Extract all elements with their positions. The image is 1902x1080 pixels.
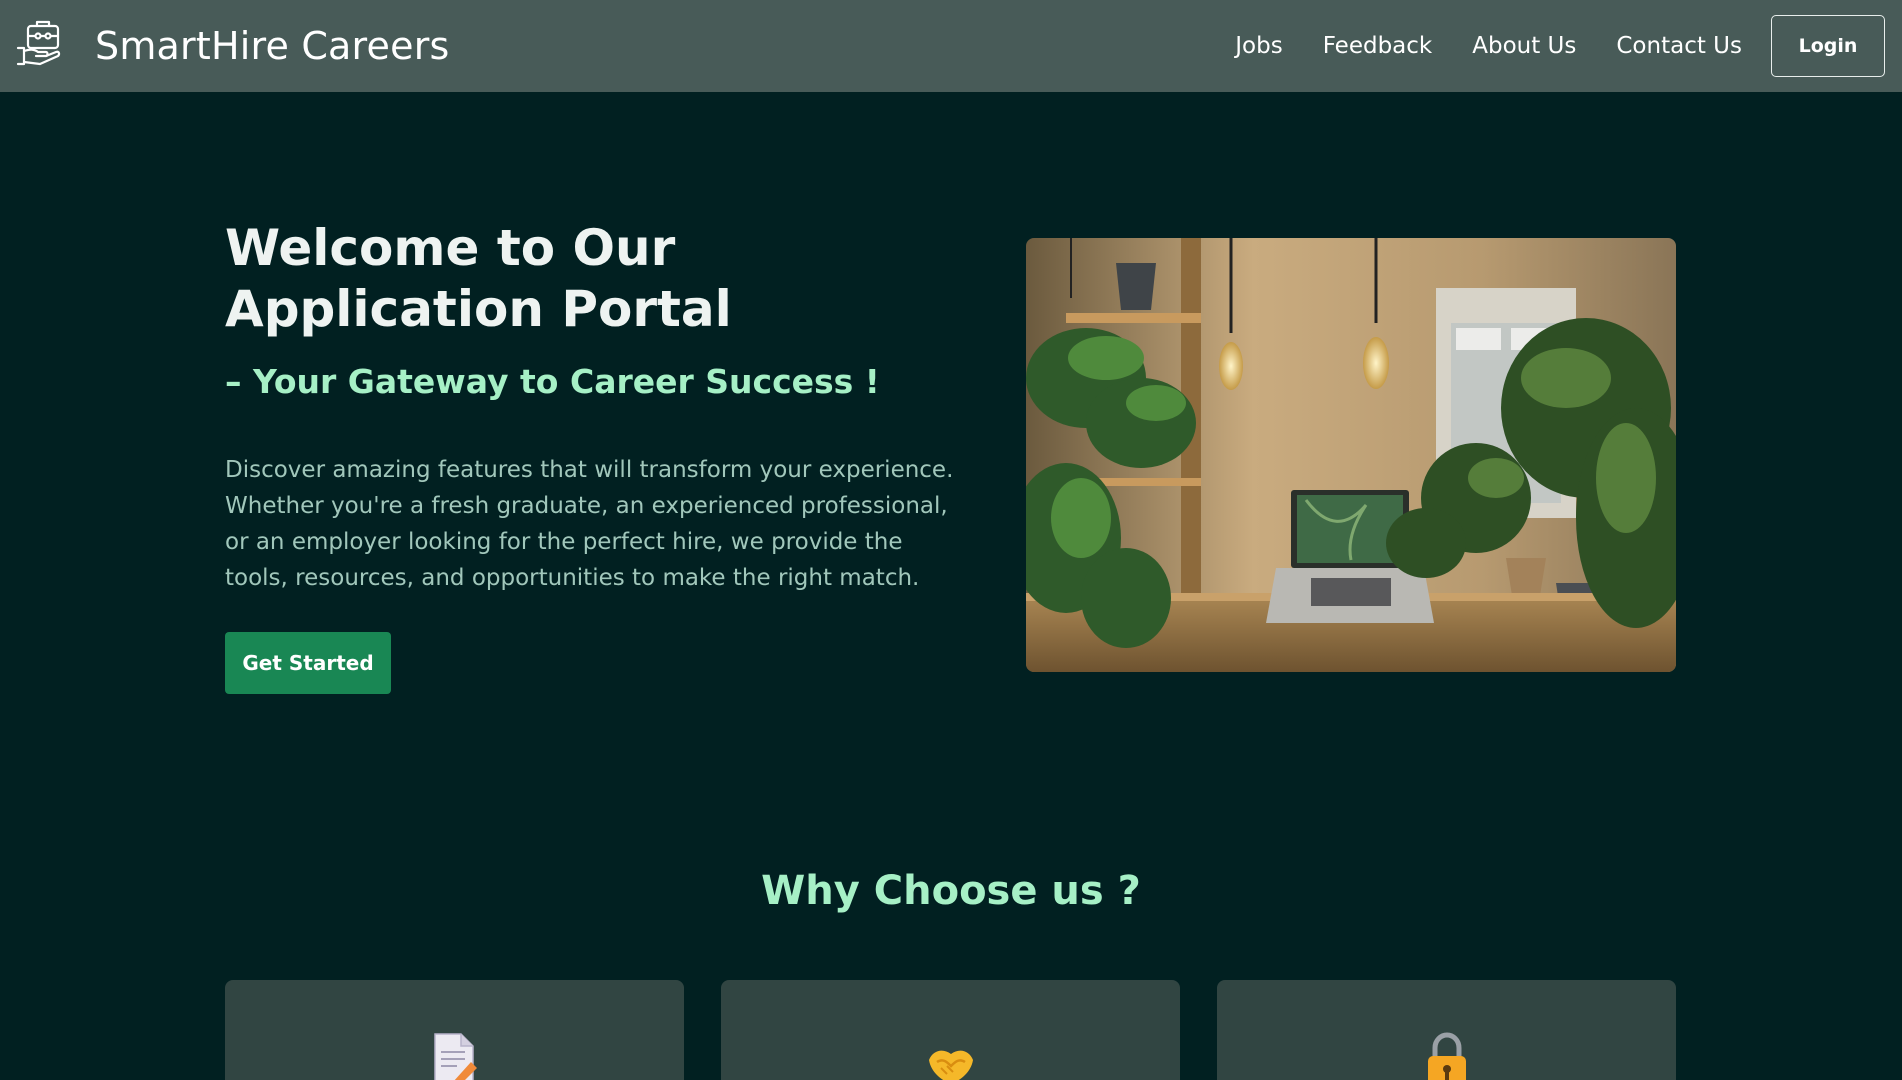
hero-subtitle: – Your Gateway to Career Success ! — [225, 362, 880, 401]
feature-card — [721, 980, 1180, 1080]
nav-links: Jobs Feedback About Us Contact Us Login — [1235, 0, 1902, 92]
feature-card — [225, 980, 684, 1080]
nav-link-feedback[interactable]: Feedback — [1323, 33, 1433, 59]
nav-link-about-us[interactable]: About Us — [1472, 33, 1576, 59]
why-choose-title: Why Choose us ? — [761, 868, 1141, 914]
hero-description: Discover amazing features that will tran… — [225, 457, 954, 591]
hero-title: Welcome to Our Application Portal — [225, 219, 732, 338]
hero-image — [1026, 238, 1676, 672]
brand-name[interactable]: SmartHire Careers — [95, 24, 450, 68]
handshake-icon — [927, 1032, 975, 1080]
nav-link-jobs[interactable]: Jobs — [1235, 33, 1282, 59]
nav-link-contact-us[interactable]: Contact Us — [1616, 33, 1742, 59]
login-button[interactable]: Login — [1771, 15, 1885, 77]
feature-card — [1217, 980, 1676, 1080]
briefcase-hand-icon[interactable] — [16, 18, 64, 68]
document-pencil-icon — [431, 1032, 479, 1080]
navbar: SmartHire Careers Jobs Feedback About Us… — [0, 0, 1902, 92]
get-started-button[interactable]: Get Started — [225, 632, 391, 694]
lock-icon — [1423, 1032, 1471, 1080]
